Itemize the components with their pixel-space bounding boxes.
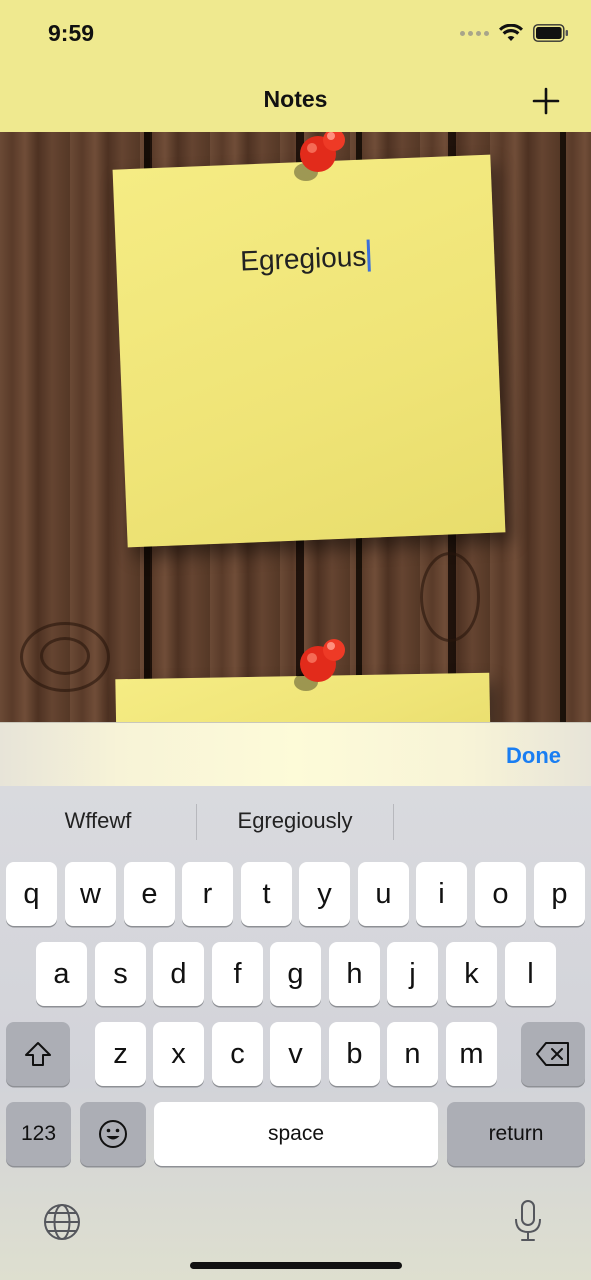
status-time: 9:59 — [48, 20, 95, 46]
key[interactable]: i — [416, 862, 467, 926]
numbers-key[interactable]: 123 — [6, 1102, 71, 1166]
suggestion-bar: Wffewf Egregiously — [0, 786, 591, 858]
shift-icon — [25, 1042, 51, 1066]
cellular-signal-icon — [460, 30, 489, 36]
key[interactable]: e — [124, 862, 175, 926]
key[interactable]: z — [95, 1022, 146, 1086]
key[interactable]: f — [212, 942, 263, 1006]
dictation-button[interactable] — [512, 1198, 544, 1244]
microphone-icon — [515, 1200, 541, 1241]
backspace-icon — [536, 1042, 569, 1066]
suggestion-item[interactable]: Egregiously — [197, 808, 393, 834]
keyboard: Wffewf Egregiously q w e r t y u i o p a… — [0, 786, 591, 1280]
wood-knot — [40, 637, 90, 675]
key[interactable]: w — [65, 862, 116, 926]
plus-icon — [532, 87, 560, 115]
text-cursor — [366, 239, 371, 272]
key[interactable]: o — [475, 862, 526, 926]
key[interactable]: p — [534, 862, 585, 926]
key[interactable]: l — [505, 942, 556, 1006]
key[interactable]: c — [212, 1022, 263, 1086]
home-indicator — [190, 1262, 402, 1269]
return-key[interactable]: return — [447, 1102, 585, 1166]
key[interactable]: q — [6, 862, 57, 926]
note-text: Egregious — [239, 240, 367, 277]
space-key[interactable]: space — [154, 1102, 438, 1166]
emoji-icon — [99, 1120, 127, 1148]
plank-seam — [560, 132, 566, 722]
key[interactable]: m — [446, 1022, 497, 1086]
battery-icon — [533, 24, 568, 42]
key[interactable]: r — [182, 862, 233, 926]
key[interactable]: a — [36, 942, 87, 1006]
key[interactable]: b — [329, 1022, 380, 1086]
wood-knot — [420, 552, 480, 642]
nav-header: 9:59 Notes — [0, 0, 591, 132]
emoji-key[interactable] — [80, 1102, 146, 1166]
add-note-button[interactable] — [531, 86, 561, 116]
key[interactable]: j — [387, 942, 438, 1006]
key[interactable]: d — [153, 942, 204, 1006]
suggestion-divider — [393, 804, 394, 840]
status-icons — [460, 24, 569, 42]
key[interactable]: s — [95, 942, 146, 1006]
key[interactable]: n — [387, 1022, 438, 1086]
keyboard-toolbar: Done — [0, 722, 591, 786]
wifi-icon — [499, 24, 523, 41]
key[interactable]: g — [270, 942, 321, 1006]
sticky-note[interactable]: Egregious — [112, 154, 506, 548]
shift-key[interactable] — [6, 1022, 70, 1086]
suggestion-item[interactable]: Wffewf — [0, 808, 196, 834]
key[interactable]: y — [299, 862, 350, 926]
done-button[interactable]: Done — [506, 743, 561, 769]
key[interactable]: h — [329, 942, 380, 1006]
pushpin-icon — [294, 132, 345, 181]
delete-key[interactable] — [521, 1022, 585, 1086]
pushpin-icon — [294, 639, 345, 691]
globe-icon — [44, 1204, 80, 1240]
key[interactable]: k — [446, 942, 497, 1006]
note-text-field[interactable]: Egregious — [116, 235, 495, 283]
globe-button[interactable] — [42, 1202, 82, 1242]
key[interactable]: v — [270, 1022, 321, 1086]
key[interactable]: x — [153, 1022, 204, 1086]
key[interactable]: u — [358, 862, 409, 926]
key[interactable]: t — [241, 862, 292, 926]
cork-board: Egregious — [0, 132, 591, 722]
page-title: Notes — [263, 86, 328, 112]
